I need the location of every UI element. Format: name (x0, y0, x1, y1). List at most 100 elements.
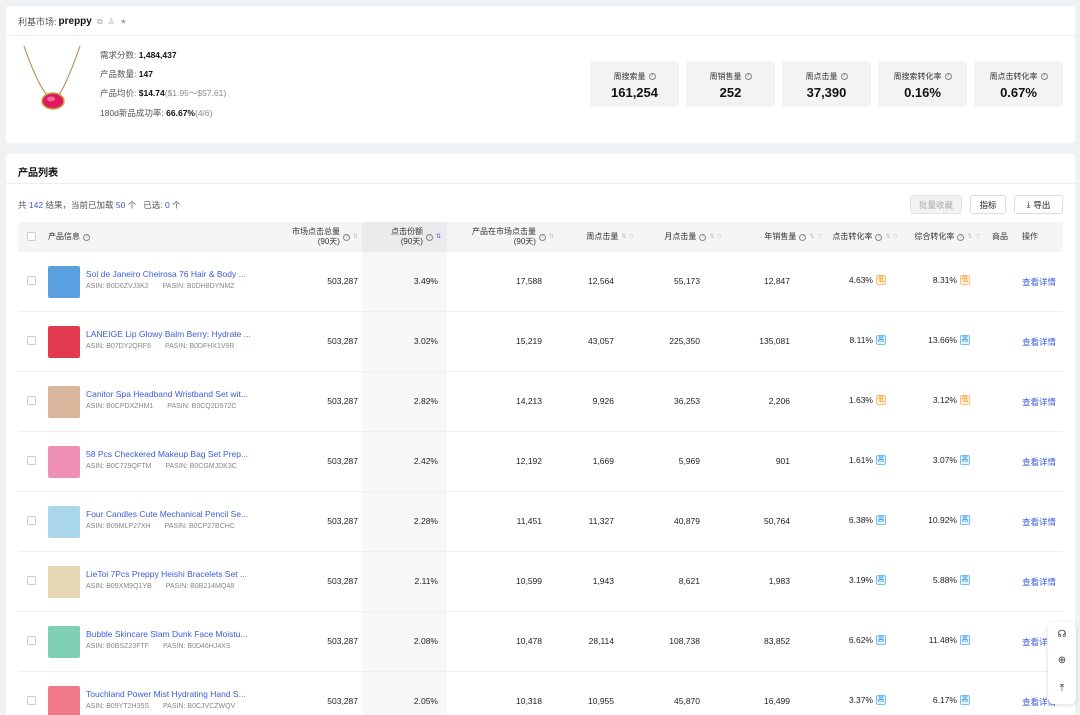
sort-icon[interactable]: ⇅ (809, 232, 814, 242)
product-ids: ASIN: B09XM9Q1YB PASIN: B0B214MQ48 (86, 583, 235, 590)
product-thumbnail[interactable] (48, 626, 80, 658)
headset-icon[interactable]: ☊ (1055, 628, 1069, 642)
divider (6, 35, 1075, 36)
select-all-checkbox[interactable] (27, 232, 36, 241)
copy-icon[interactable]: ⧉ (97, 17, 103, 27)
product-ids: ASIN: B07DY2QRF6 PASIN: B0DFHX1V9R (86, 343, 235, 350)
row-checkbox[interactable] (27, 336, 36, 345)
col-monthly-clicks[interactable]: 月点击量? ⇅ ▽ (638, 222, 722, 252)
back-to-top-icon[interactable]: ⤒ (1055, 682, 1069, 696)
market-clicks-cell: 503,287 (327, 576, 358, 586)
table-row[interactable]: Canitor Spa Headband Wristband Set wit..… (18, 372, 1063, 432)
table-row[interactable]: Four Candles Cute Mechanical Pencil Se..… (18, 492, 1063, 552)
sort-icon[interactable]: ⇅ (621, 232, 626, 242)
market-clicks-cell: 503,287 (327, 396, 358, 406)
col-market-clicks[interactable]: 市场点击总量 (90天) ? ⇅ (274, 222, 358, 252)
table-row[interactable]: Touchland Power Mist Hydrating Hand S...… (18, 672, 1063, 715)
filter-icon[interactable]: ▽ (893, 232, 898, 242)
sort-icon[interactable]: ⇅ (885, 232, 890, 242)
help-icon[interactable]: ? (957, 233, 965, 241)
metrics-button[interactable]: 指标 (970, 195, 1006, 214)
view-details-link[interactable]: 查看详情 (1022, 516, 1056, 528)
product-thumbnail[interactable] (48, 326, 80, 358)
col-click-conversion[interactable]: 点击转化率? ⇅ ▽ (826, 222, 898, 252)
help-icon[interactable]: ? (799, 233, 807, 241)
star-icon[interactable]: ★ (120, 17, 127, 26)
view-details-link[interactable]: 查看详情 (1022, 576, 1056, 588)
overall-conversion-cell: 3.07% 高 (932, 455, 970, 465)
row-checkbox[interactable] (27, 576, 36, 585)
table-row[interactable]: Sol de Janeiro Cheirosa 76 Hair & Body .… (18, 252, 1063, 312)
product-clicks-cell: 12,192 (516, 456, 542, 466)
product-clicks-cell: 15,219 (516, 336, 542, 346)
product-name-link[interactable]: Canitor Spa Headband Wristband Set wit..… (86, 389, 264, 399)
sort-icon[interactable]: ⇅ (709, 232, 714, 242)
monthly-clicks-cell: 8,621 (678, 576, 700, 586)
click-share-cell: 2.08% (413, 636, 438, 646)
filter-icon[interactable]: ▽ (717, 232, 722, 242)
help-icon[interactable]: ? (648, 73, 656, 80)
level-badge: 低 (960, 275, 970, 285)
filter-icon[interactable]: ▽ (975, 232, 980, 242)
help-icon[interactable]: ? (83, 233, 90, 241)
product-thumbnail[interactable] (48, 506, 80, 538)
product-name-link[interactable]: Sol de Janeiro Cheirosa 76 Hair & Body .… (86, 269, 264, 279)
filter-icon[interactable]: ▽ (629, 232, 634, 242)
help-icon[interactable]: ? (538, 233, 546, 241)
table-row[interactable]: 58 Pcs Checkered Makeup Bag Set Prep... A… (18, 432, 1063, 492)
row-checkbox[interactable] (27, 396, 36, 405)
monthly-clicks-cell: 40,879 (674, 516, 700, 526)
product-name-link[interactable]: Bubble Skincare Slam Dunk Face Moistu... (86, 629, 264, 639)
help-icon[interactable]: ? (744, 73, 752, 80)
stat-search-conversion: 周搜索转化率? 0.16% (878, 61, 967, 107)
sort-desc-icon[interactable]: ⇅ (436, 232, 441, 242)
col-click-share[interactable]: 点击份额 (90天) ? ⇅ (362, 222, 447, 252)
level-badge: 高 (876, 695, 886, 705)
sort-icon[interactable]: ⇅ (353, 232, 358, 242)
col-annual-sales[interactable]: 年销售量? ⇅ ▽ (726, 222, 822, 252)
product-thumbnail[interactable] (48, 386, 80, 418)
row-checkbox[interactable] (27, 636, 36, 645)
product-name-link[interactable]: Four Candles Cute Mechanical Pencil Se..… (86, 509, 264, 519)
product-name-link[interactable]: LieToi 7Pcs Preppy Heishi Bracelets Set … (86, 569, 264, 579)
product-thumbnail[interactable] (48, 686, 80, 715)
product-name-link[interactable]: LANEIGE Lip Glowy Balm Berry: Hydrate ..… (86, 329, 264, 339)
person-icon[interactable]: ♙ (108, 17, 115, 26)
product-thumbnail[interactable] (48, 446, 80, 478)
help-icon[interactable]: ? (875, 233, 883, 241)
export-button[interactable]: ⤓ 导出 (1014, 195, 1063, 214)
product-name-link[interactable]: 58 Pcs Checkered Makeup Bag Set Prep... (86, 449, 264, 459)
sort-icon[interactable]: ⇅ (549, 232, 554, 242)
col-weekly-clicks[interactable]: 周点击量 ⇅ ▽ (558, 222, 634, 252)
product-thumbnail[interactable] (48, 566, 80, 598)
product-name-link[interactable]: Touchland Power Mist Hydrating Hand S... (86, 689, 264, 699)
row-checkbox[interactable] (27, 516, 36, 525)
filter-icon[interactable]: ▽ (817, 232, 822, 242)
help-icon[interactable]: ? (699, 233, 707, 241)
globe-icon[interactable]: ⊕ (1055, 654, 1069, 668)
row-checkbox[interactable] (27, 696, 36, 705)
sort-icon[interactable]: ⇅ (967, 232, 972, 242)
stat-weekly-sales: 周销售量? 252 (686, 61, 775, 107)
table-row[interactable]: LANEIGE Lip Glowy Balm Berry: Hydrate ..… (18, 312, 1063, 372)
view-details-link[interactable]: 查看详情 (1022, 336, 1056, 348)
table-row[interactable]: LieToi 7Pcs Preppy Heishi Bracelets Set … (18, 552, 1063, 612)
batch-favorite-button[interactable]: 批量收藏 (910, 195, 962, 214)
row-checkbox[interactable] (27, 456, 36, 465)
product-thumbnail[interactable] (48, 266, 80, 298)
help-icon[interactable]: ? (944, 73, 952, 80)
help-icon[interactable]: ? (342, 233, 350, 241)
help-icon[interactable]: ? (840, 73, 848, 80)
view-details-link[interactable]: 查看详情 (1022, 456, 1056, 468)
view-details-link[interactable]: 查看详情 (1022, 276, 1056, 288)
help-icon[interactable]: ? (425, 233, 433, 241)
view-details-link[interactable]: 查看详情 (1022, 396, 1056, 408)
col-overall-conversion[interactable]: 综合转化率? ⇅ ▽ (904, 222, 980, 252)
stat-weekly-searches: 周搜索量? 161,254 (590, 61, 679, 107)
col-action: 操作 (1022, 232, 1038, 241)
row-checkbox[interactable] (27, 276, 36, 285)
help-icon[interactable]: ? (1040, 73, 1048, 80)
col-product-market-clicks[interactable]: 产品在市场点击量 (90天) ? ⇅ (454, 222, 554, 252)
table-row[interactable]: Bubble Skincare Slam Dunk Face Moistu...… (18, 612, 1063, 672)
monthly-clicks-cell: 36,253 (674, 396, 700, 406)
